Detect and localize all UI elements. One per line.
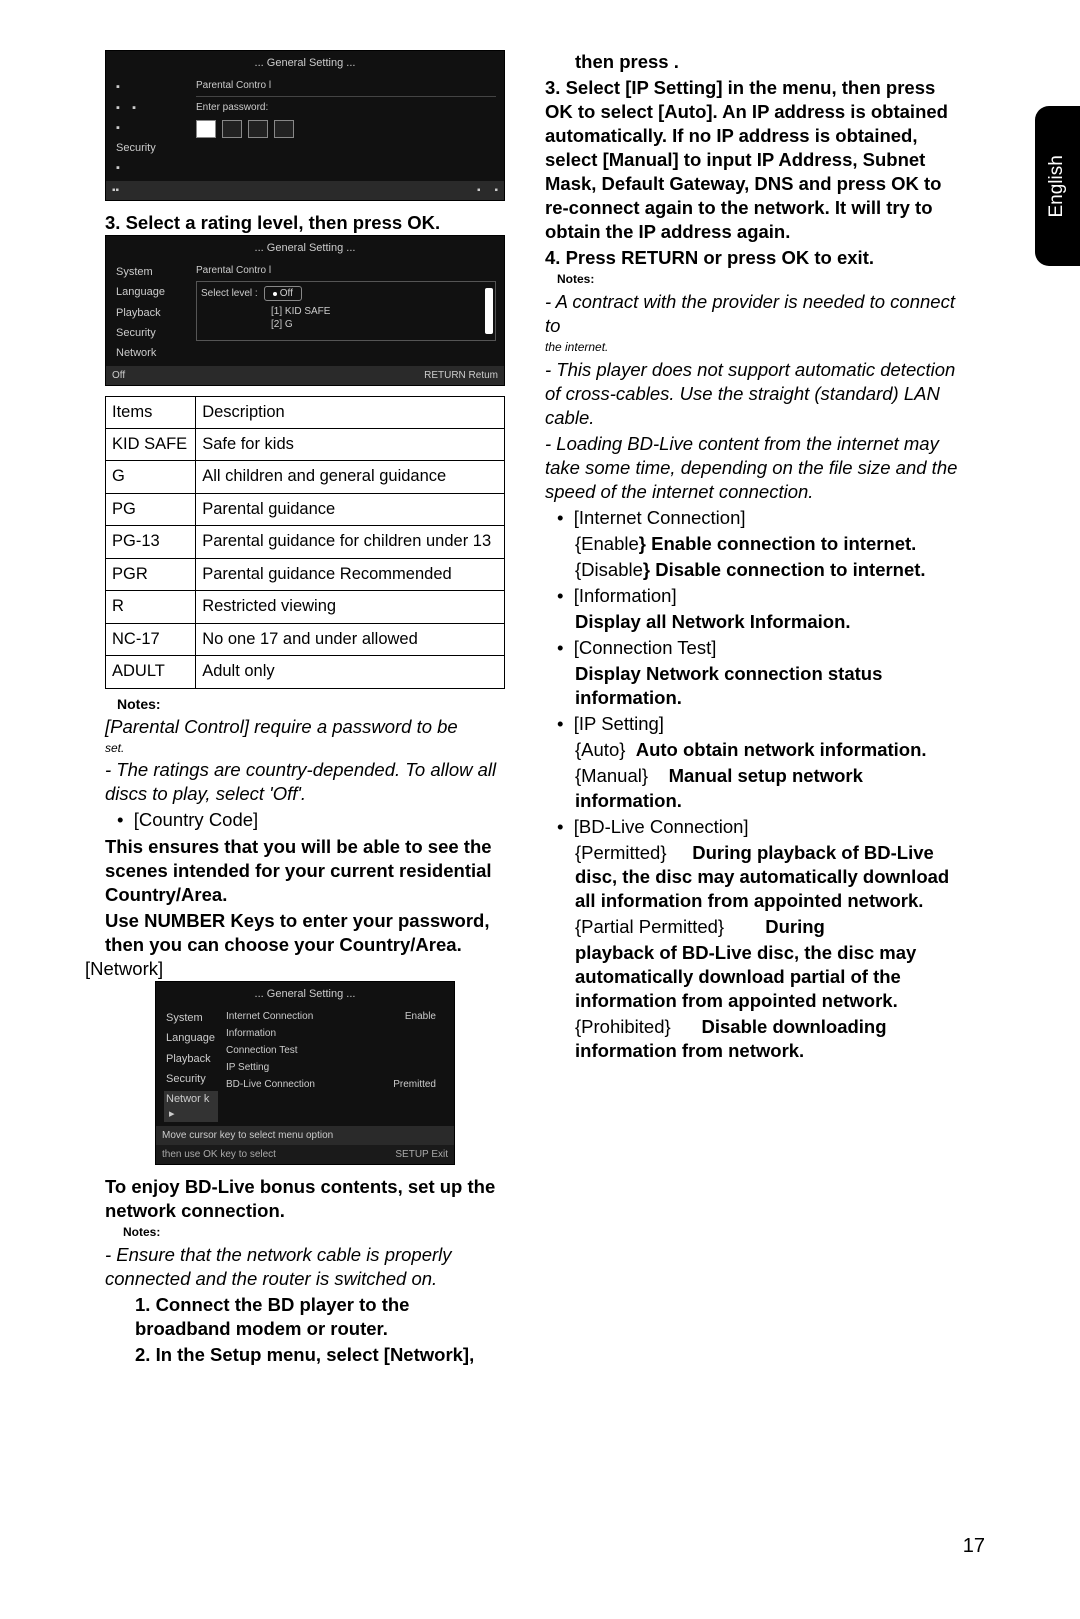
left-column: ... General Setting ... ▪▪ ▪▪ Security ▪… (105, 50, 505, 1367)
note-3: - Loading BD-Live content from the inter… (545, 432, 965, 504)
osd-menu: System Language Playback Security Networ… (156, 1006, 226, 1126)
note-1: - A contract with the provider is needed… (545, 290, 965, 338)
th-items: Items (106, 396, 196, 428)
osd-select-level: ... General Setting ... System Language … (105, 235, 505, 386)
notes-label-3: Notes: (545, 272, 965, 288)
osd-action: RETURN Retum (424, 369, 498, 382)
table-row: ADULTAdult only (106, 656, 505, 688)
table-row: NC-17No one 17 and under allowed (106, 623, 505, 655)
scroll-area: Select level : Off [1] KID SAFE [2] G (196, 281, 496, 341)
rating-option: [1] KID SAFE (201, 305, 491, 318)
table-row: RRestricted viewing (106, 591, 505, 623)
select-level-label: Select level : (201, 287, 258, 300)
bdc-partial-line1: {Partial Permitted} During (545, 915, 965, 939)
osd-menu-item: Language (114, 284, 188, 300)
ip-manual: {Manual} Manual setup network informatio… (545, 764, 965, 812)
table-header-row: ItemsDescription (106, 396, 505, 428)
osd-panel-title: Parental Contro l (196, 79, 496, 92)
osd-menu: ▪▪ ▪▪ Security ▪ (106, 75, 196, 180)
bdc-partial: playback of BD-Live disc, the disc may a… (545, 941, 965, 1013)
osd-panel-title: Parental Contro l (196, 264, 496, 277)
pw-box (222, 120, 242, 138)
country-code-desc-1: This ensures that you will be able to se… (105, 835, 505, 907)
information-desc: Display all Network Informaion. (545, 610, 965, 634)
osd-title: ... General Setting ... (106, 236, 504, 260)
th-desc: Description (196, 396, 505, 428)
osd-title: ... General Setting ... (106, 51, 504, 75)
bd-live-intro: To enjoy BD-Live bonus contents, set up … (105, 1175, 505, 1223)
scrollbar-icon (485, 288, 493, 334)
osd-panel: Parental Contro l Enter password: (196, 75, 504, 180)
table-row: PGParental guidance (106, 493, 505, 525)
osd-menu-item: System (114, 264, 188, 280)
osd-menu-item-active: Networ k ▸ (164, 1091, 218, 1122)
bd-live-connection: • [BD-Live Connection] (545, 815, 965, 839)
ip-setting: • [IP Setting] (545, 712, 965, 736)
ip-auto: {Auto} Auto obtain network information. (545, 738, 965, 762)
osd-menu-item: Security (114, 325, 188, 341)
table-row: KID SAFESafe for kids (106, 429, 505, 461)
note-2: - This player does not support automatic… (545, 358, 965, 430)
table-row: PG-13Parental guidance for children unde… (106, 526, 505, 558)
table-row: GAll children and general guidance (106, 461, 505, 493)
language-label: English (1045, 155, 1070, 217)
osd-network: ... General Setting ... System Language … (155, 981, 455, 1165)
bdc-permitted: {Permitted} During playback of BD-Live d… (545, 841, 965, 913)
osd-menu-item: Security (164, 1071, 218, 1087)
osd-action: SETUP Exit (395, 1148, 448, 1161)
osd-menu: System Language Playback Security Networ… (106, 260, 196, 365)
enter-password-label: Enter password: (196, 101, 496, 114)
ic-enable: {Enable} Enable connection to internet. (545, 532, 965, 556)
connection-test: • [Connection Test] (545, 636, 965, 660)
connection-test-desc: Display Network connection status inform… (545, 662, 965, 710)
osd-menu-item: Playback (114, 305, 188, 321)
osd-menu-item: Playback (164, 1051, 218, 1067)
page-content: ... General Setting ... ▪▪ ▪▪ Security ▪… (0, 0, 1080, 1367)
country-code-desc-2: Use NUMBER Keys to enter your password, … (105, 909, 505, 957)
osd-menu-item: System (164, 1010, 218, 1026)
step-3-rating: 3. Select a rating level, then press OK. (105, 211, 505, 235)
rating-option: [2] G (201, 318, 491, 331)
osd-status: Off (112, 369, 125, 382)
osd-title: ... General Setting ... (156, 982, 454, 1006)
notes-label-2: Notes: (105, 1225, 505, 1241)
pw-box (248, 120, 268, 138)
osd-menu-item: Language (164, 1030, 218, 1046)
notes-label: Notes: (105, 695, 505, 713)
page-number: 17 (963, 1533, 985, 1559)
osd-hint-2: then use OK key to select (162, 1149, 276, 1160)
pw-box (196, 120, 216, 138)
parental-note-1: [Parental Control] require a password to… (105, 715, 505, 739)
country-code-label: • [Country Code] (105, 808, 505, 832)
pw-box (274, 120, 294, 138)
osd-menu-security: Security (114, 140, 188, 156)
table-row: PGRParental guidance Recommended (106, 558, 505, 590)
password-boxes (196, 120, 496, 138)
step-3-ip: 3. Select [IP Setting] in the menu, then… (545, 76, 965, 244)
osd-hint: Move cursor key to select menu option (162, 1129, 333, 1142)
bd-note-1: - Ensure that the network cable is prope… (105, 1243, 505, 1291)
ic-disable: {Disable} Disable connection to internet… (545, 558, 965, 582)
parental-note-1b: set. (105, 741, 505, 757)
note-1b: the internet. (545, 340, 965, 356)
osd-parental-password: ... General Setting ... ▪▪ ▪▪ Security ▪… (105, 50, 505, 201)
parental-note-2: - The ratings are country-depended. To a… (105, 758, 505, 806)
step-1: 1. Connect the BD player to the broadban… (105, 1293, 505, 1341)
osd-panel: Internet ConnectionEnable Information Co… (226, 1006, 454, 1126)
osd-menu-item: Network (114, 345, 188, 361)
network-heading: [Network] (85, 957, 505, 981)
internet-connection: • [Internet Connection] (545, 506, 965, 530)
information: • [Information] (545, 584, 965, 608)
language-tab: English (1035, 106, 1080, 266)
step-4: 4. Press RETURN or press OK to exit. (545, 246, 965, 270)
rating-table: ItemsDescription KID SAFESafe for kids G… (105, 396, 505, 689)
bdc-prohibited: {Prohibited} Disable downloading informa… (545, 1015, 965, 1063)
step-2: 2. In the Setup menu, select [Network], (105, 1343, 505, 1367)
right-column: then press . 3. Select [IP Setting] in t… (535, 50, 965, 1367)
select-off: Off (280, 287, 293, 300)
step-2-cont: then press . (545, 50, 965, 74)
